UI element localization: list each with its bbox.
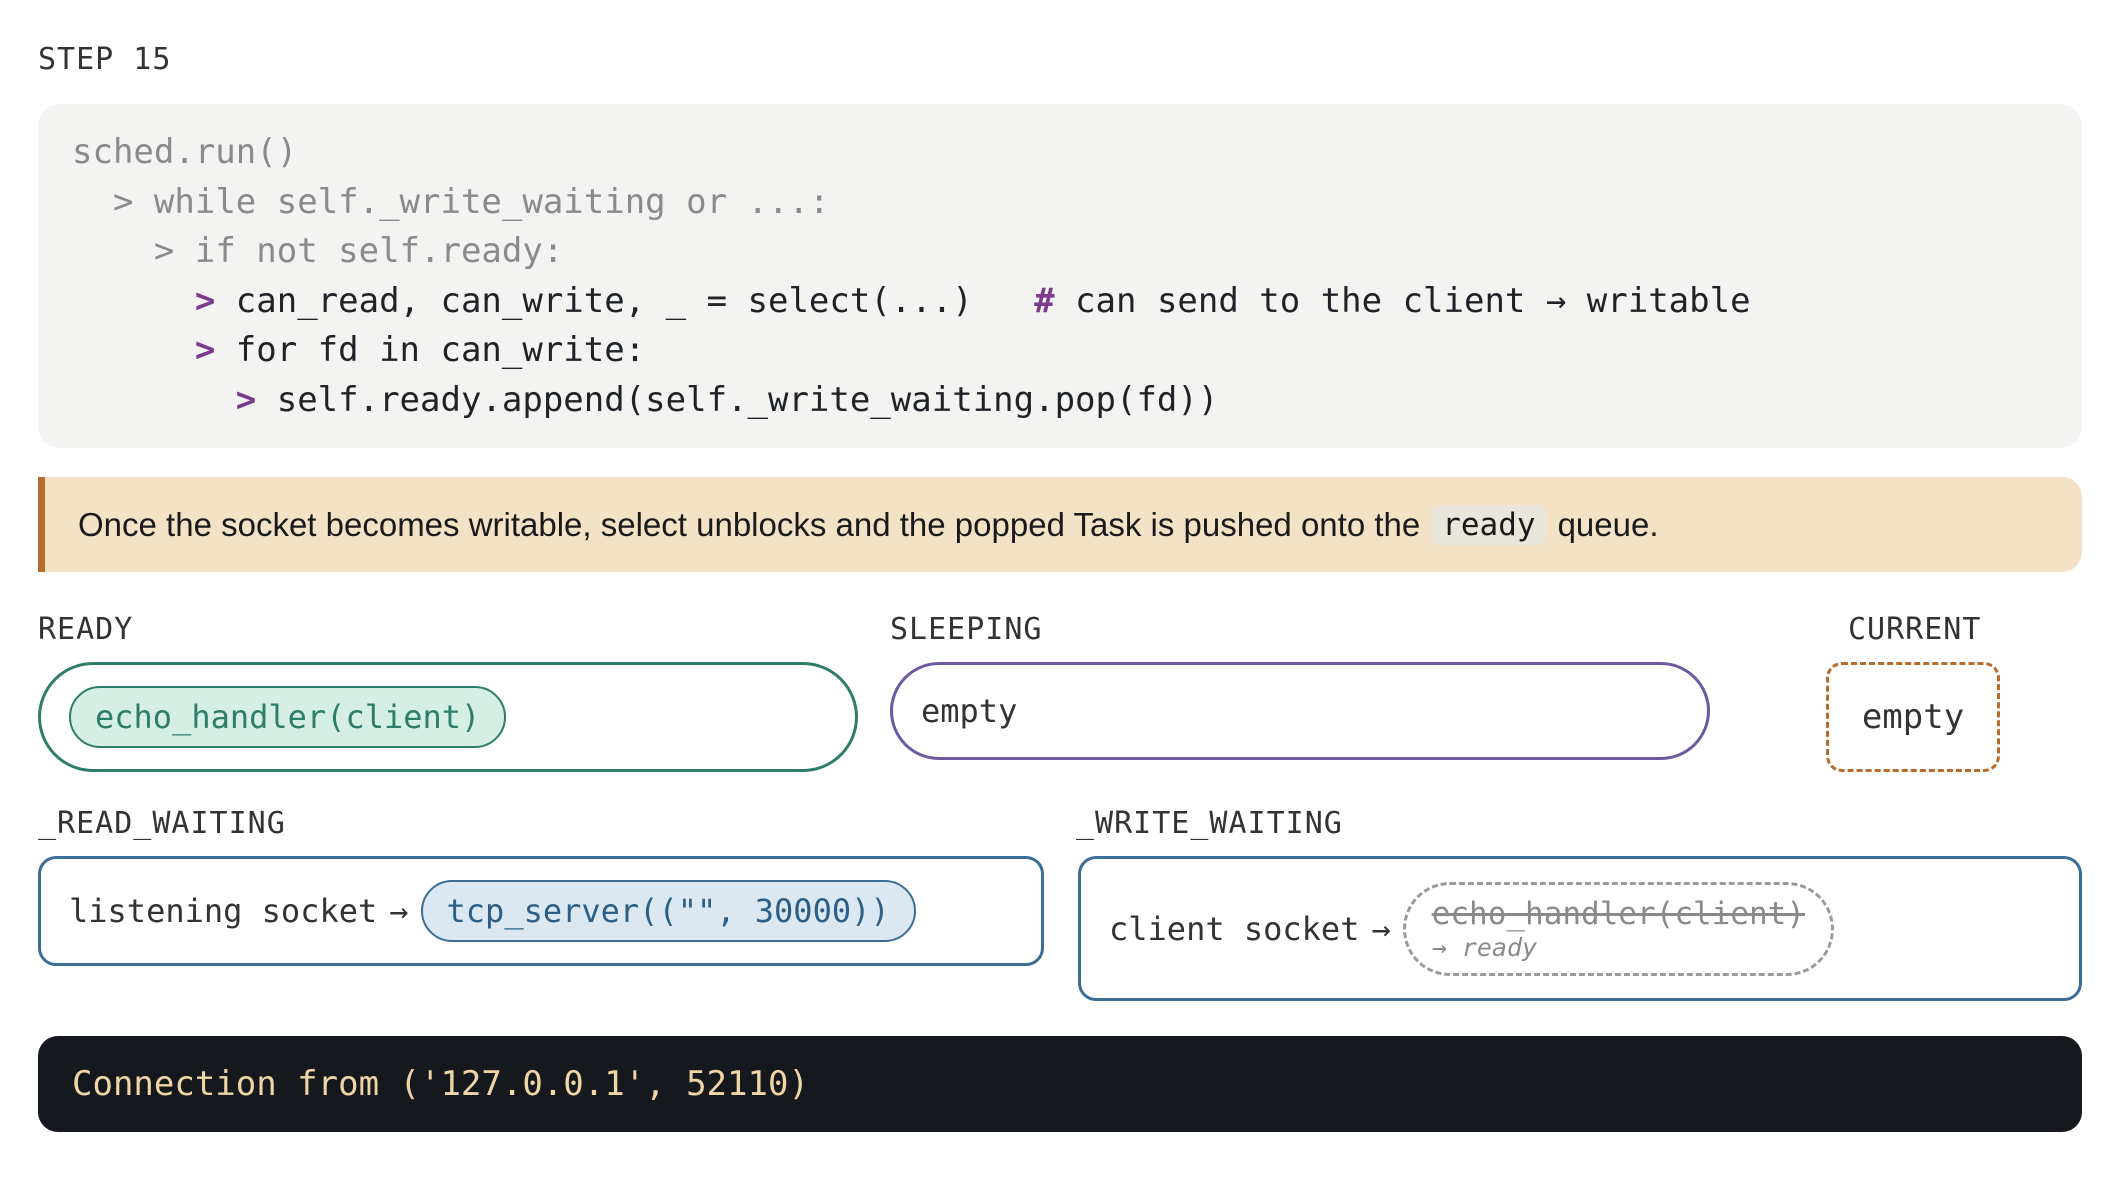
popped-task-destination: → ready (1431, 932, 1538, 962)
ready-label: READY (38, 612, 134, 647)
arrow-icon: → (389, 892, 409, 930)
caret-icon: > (153, 231, 195, 271)
sleeping-queue: empty (890, 662, 1710, 760)
current-label: CURRENT (1848, 612, 1982, 647)
read-waiting-key: listening socket (69, 892, 378, 930)
note-text-after: queue. (1557, 505, 1659, 543)
popped-task-name: echo_handler(client) (1431, 895, 1805, 932)
code-line-text: if not self.ready: (194, 231, 564, 271)
caret-icon: > (194, 280, 236, 321)
sleeping-empty-text: empty (921, 692, 1018, 730)
step-label: STEP 15 (38, 42, 172, 77)
code-line-5: > for fd in can_write: (72, 326, 2048, 376)
read-waiting-label: _READ_WAITING (38, 806, 286, 841)
ready-task-chip: echo_handler(client) (69, 686, 507, 748)
code-line-text: can_read, can_write, _ = select(...) (235, 280, 1035, 321)
sleeping-label: SLEEPING (890, 612, 1043, 647)
code-line-2: > while self._write_waiting or ...: (72, 178, 2048, 228)
code-comment: can send to the client → writable (1054, 280, 1751, 321)
code-line-text: while self._write_waiting or ...: (153, 181, 830, 222)
comment-hash: # (1034, 280, 1055, 321)
read-waiting-map: listening socket → tcp_server(("", 30000… (38, 856, 1044, 966)
read-waiting-task-chip: tcp_server(("", 30000)) (420, 880, 916, 942)
write-waiting-popped-task: echo_handler(client) → ready (1402, 881, 1834, 976)
terminal-output: Connection from ('127.0.0.1', 52110) (38, 1036, 2082, 1132)
code-line-4: > can_read, can_write, _ = select(...) #… (72, 277, 2048, 327)
write-waiting-key: client socket (1109, 909, 1360, 948)
ready-queue: echo_handler(client) (38, 662, 858, 772)
code-line-6: > self.ready.append(self._write_waiting.… (72, 376, 2048, 426)
explanation-note: Once the socket becomes writable, select… (38, 477, 2082, 572)
code-line-1: sched.run() (72, 128, 2048, 178)
note-code-chip: ready (1432, 504, 1546, 545)
code-line-text: for fd in can_write: (235, 330, 646, 370)
code-trace: sched.run() > while self._write_waiting … (38, 104, 2082, 448)
caret-icon: > (194, 330, 236, 370)
code-line-text: self.ready.append(self._write_waiting.po… (276, 379, 1219, 420)
code-line-text: sched.run() (72, 132, 298, 172)
caret-icon: > (112, 181, 154, 222)
current-value: empty (1861, 697, 1965, 737)
write-waiting-map: client socket → echo_handler(client) → r… (1078, 856, 2082, 1001)
code-line-3: > if not self.ready: (72, 227, 2048, 277)
caret-icon: > (235, 379, 277, 420)
write-waiting-label: _WRITE_WAITING (1076, 806, 1343, 841)
note-text-before: Once the socket becomes writable, select… (78, 505, 1421, 543)
arrow-icon: → (1371, 909, 1391, 948)
terminal-output-text: Connection from ('127.0.0.1', 52110) (72, 1064, 809, 1104)
current-task: empty (1826, 662, 2000, 772)
